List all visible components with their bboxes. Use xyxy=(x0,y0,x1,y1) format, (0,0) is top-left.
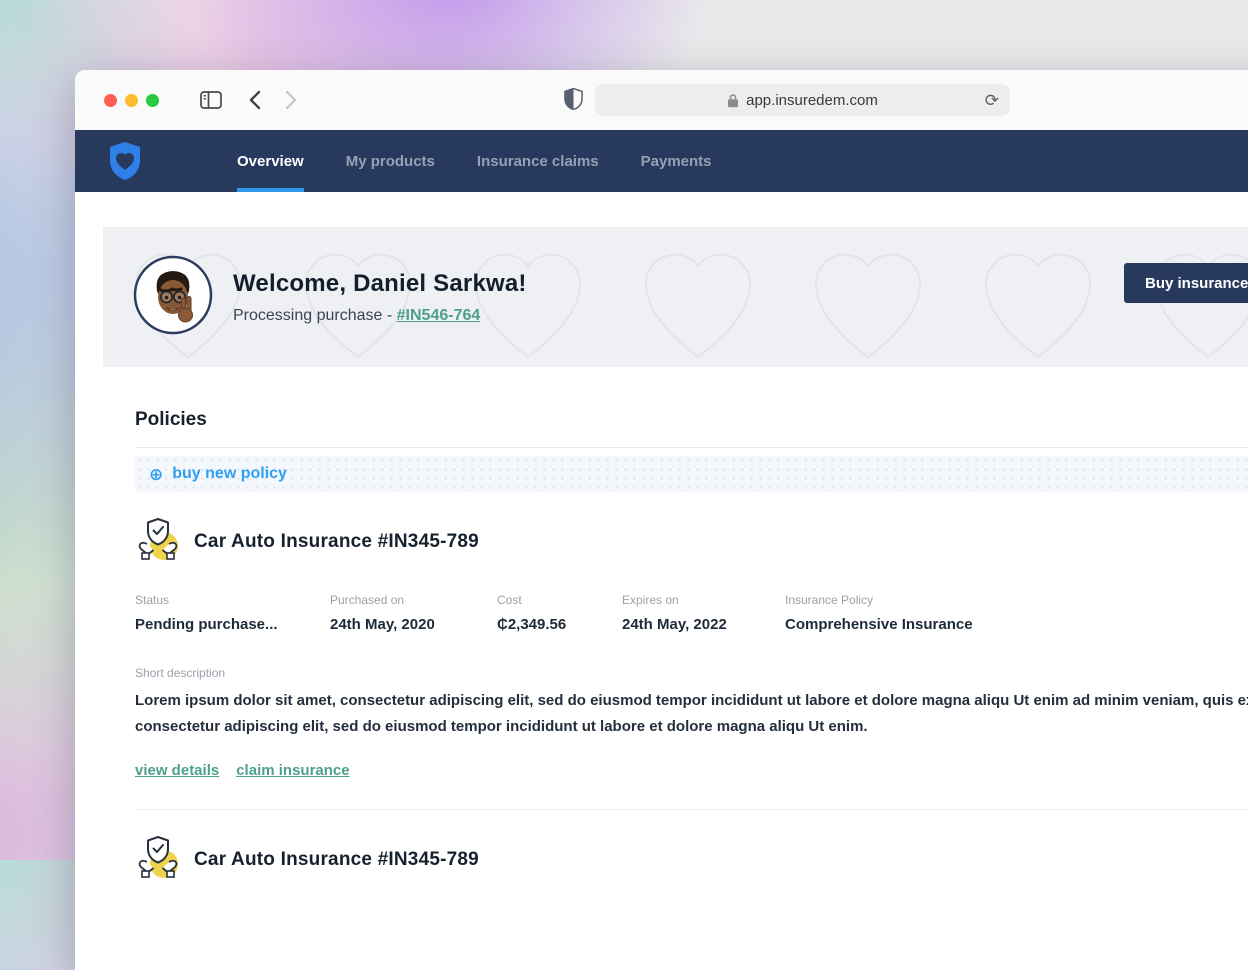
tab-insurance-claims[interactable]: Insurance claims xyxy=(477,130,599,192)
field-purchased-on: Purchased on 24th May, 2020 xyxy=(330,593,497,633)
lock-icon xyxy=(727,93,739,108)
field-value: Pending purchase... xyxy=(135,616,330,633)
back-icon[interactable] xyxy=(248,90,261,110)
field-value: 24th May, 2022 xyxy=(622,616,785,633)
avatar xyxy=(133,255,213,340)
traffic-lights xyxy=(104,94,159,107)
browser-window: app.insuredem.com ⟳ Overview My products… xyxy=(75,70,1248,970)
field-value: Comprehensive Insurance xyxy=(785,616,1248,633)
welcome-text: Welcome, Daniel Sarkwa! Processing purch… xyxy=(233,270,527,325)
buy-new-policy-label: buy new policy xyxy=(172,465,287,483)
field-cost: Cost ₵2,349.56 xyxy=(497,593,622,633)
buy-new-policy-wrap: ⊕ buy new policy xyxy=(135,447,1248,492)
buy-new-policy-button[interactable]: ⊕ buy new policy xyxy=(135,456,1248,492)
subtitle-prefix: Processing purchase - xyxy=(233,307,397,324)
field-label: Cost xyxy=(497,593,622,607)
field-label: Purchased on xyxy=(330,593,497,607)
buy-insurance-button[interactable]: Buy insurance xyxy=(1124,263,1248,303)
view-details-link[interactable]: view details xyxy=(135,762,219,779)
field-status: Status Pending purchase... xyxy=(135,593,330,633)
field-value: 24th May, 2020 xyxy=(330,616,497,633)
field-label: Status xyxy=(135,593,330,607)
browser-toolbar: app.insuredem.com ⟳ xyxy=(75,70,1248,130)
card-divider xyxy=(135,809,1248,810)
nav-tabs: Overview My products Insurance claims Pa… xyxy=(237,130,712,192)
page-content: Welcome, Daniel Sarkwa! Processing purch… xyxy=(75,227,1248,970)
plus-circle-icon: ⊕ xyxy=(149,466,163,483)
close-window-button[interactable] xyxy=(104,94,117,107)
welcome-banner: Welcome, Daniel Sarkwa! Processing purch… xyxy=(103,227,1248,367)
insuredem-logo-icon[interactable] xyxy=(108,141,142,181)
field-label: Expires on xyxy=(622,593,785,607)
forward-icon[interactable] xyxy=(285,90,298,110)
policy-links: view details claim insurance xyxy=(135,762,1248,779)
short-description-label: Short description xyxy=(135,666,1248,680)
minimize-window-button[interactable] xyxy=(125,94,138,107)
field-value: ₵2,349.56 xyxy=(497,616,622,633)
field-insurance-policy: Insurance Policy Comprehensive Insurance xyxy=(785,593,1248,633)
url-text: app.insuredem.com xyxy=(746,92,878,109)
welcome-subtitle: Processing purchase - #IN546-764 xyxy=(233,307,527,325)
app-navbar: Overview My products Insurance claims Pa… xyxy=(75,130,1248,192)
purchase-order-link[interactable]: #IN546-764 xyxy=(397,307,481,324)
policy-card: Car Auto Insurance #IN345-789 Status Pen… xyxy=(135,516,1248,779)
field-expires-on: Expires on 24th May, 2022 xyxy=(622,593,785,633)
sidebar-toggle-icon[interactable] xyxy=(200,91,222,109)
tab-my-products[interactable]: My products xyxy=(346,130,435,192)
privacy-shield-icon[interactable] xyxy=(564,87,583,111)
field-label: Insurance Policy xyxy=(785,593,1248,607)
policy-fields: Status Pending purchase... Purchased on … xyxy=(135,593,1248,633)
tab-overview[interactable]: Overview xyxy=(237,130,304,192)
tab-payments[interactable]: Payments xyxy=(641,130,712,192)
short-description-text: Lorem ipsum dolor sit amet, consectetur … xyxy=(135,688,1248,740)
policies-heading: Policies xyxy=(135,409,1248,431)
claim-insurance-link[interactable]: claim insurance xyxy=(236,762,349,779)
address-bar[interactable]: app.insuredem.com ⟳ xyxy=(595,84,1010,116)
welcome-title: Welcome, Daniel Sarkwa! xyxy=(233,270,527,298)
policy-shield-hands-icon xyxy=(135,516,181,567)
policy-title: Car Auto Insurance #IN345-789 xyxy=(194,531,479,553)
zoom-window-button[interactable] xyxy=(146,94,159,107)
reload-icon[interactable]: ⟳ xyxy=(985,92,999,109)
